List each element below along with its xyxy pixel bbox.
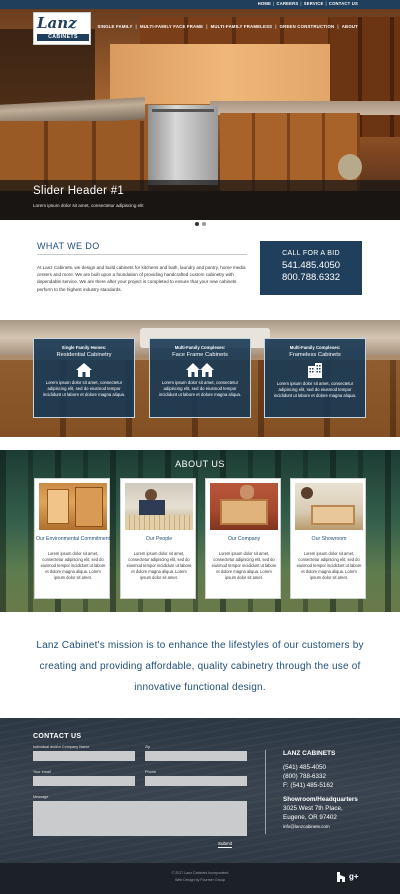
service-card-face-frame[interactable]: Multi-Family Complexes: Face Frame Cabin…: [149, 338, 251, 418]
email-field[interactable]: [33, 776, 135, 786]
separator: |: [135, 24, 137, 29]
top-utility-bar: HOME | CAREERS | SERVICE | CONTACT US: [0, 0, 400, 9]
what-we-do-text: At Lanz Cabinets, we design and build ca…: [37, 265, 246, 292]
building-icon: [308, 363, 322, 378]
separator: |: [337, 24, 339, 29]
contact-company-name: LANZ CABINETS: [283, 750, 336, 757]
address-line-1: 3025 West 7th Place,: [283, 805, 343, 812]
separator: |: [300, 1, 302, 6]
about-card-company[interactable]: Our Company Lorem ipsum dolor sit amet, …: [205, 478, 281, 599]
logo-wordmark: Lanz: [37, 14, 77, 32]
service-name: Residential Cabinetry: [56, 352, 112, 358]
about-photo-people: [125, 483, 193, 530]
slider-title: Slider Header #1: [33, 185, 125, 197]
service-card-residential[interactable]: Single Family Homes: Residential Cabinet…: [33, 338, 135, 418]
call-phone-2[interactable]: 800.788.6332: [260, 272, 362, 283]
contact-email[interactable]: info@lanzcabinets.com: [283, 824, 330, 829]
about-card-text: Lorem ipsum dolor sit amet, consectetur …: [40, 551, 106, 580]
name-field[interactable]: [33, 751, 135, 761]
about-card-environmental[interactable]: Our Environmental Commitment Lorem ipsum…: [34, 478, 110, 599]
contact-heading: CONTACT US: [33, 733, 82, 740]
service-kicker: Single Family Homes:: [61, 345, 107, 350]
hero-photo-vase: [338, 154, 362, 180]
about-photo-showroom: [295, 483, 363, 530]
about-heading: ABOUT US: [175, 459, 225, 469]
submit-button[interactable]: Submit: [218, 841, 233, 848]
utility-nav: HOME | CAREERS | SERVICE | CONTACT US: [258, 1, 358, 6]
google-plus-icon[interactable]: g+: [349, 872, 359, 881]
about-card-text: Lorem ipsum dolor sit amet, consectetur …: [126, 551, 192, 580]
about-card-label: Our People: [145, 536, 173, 542]
nav-frameless[interactable]: MULTI-FAMILY FRAMELESS: [211, 24, 273, 29]
nav-green-construction[interactable]: GREEN CONSTRUCTION: [280, 24, 335, 29]
about-photo-environmental: [39, 483, 107, 530]
about-card-text: Lorem ipsum dolor sit amet, consectetur …: [296, 551, 362, 580]
call-for-bid-title: CALL FOR A BID: [282, 250, 340, 257]
contact-phone-2[interactable]: (800) 788-6332: [283, 773, 326, 780]
divider: [265, 750, 266, 834]
nav-single-family[interactable]: SINGLE FAMILY: [97, 24, 132, 29]
what-we-do-heading: WHAT WE DO: [37, 241, 100, 251]
utility-link-contact[interactable]: CONTACT US: [329, 1, 358, 6]
phone-field[interactable]: [145, 776, 247, 786]
houzz-icon[interactable]: [337, 872, 345, 884]
mission-statement: Lanz Cabinet's mission is to enhance the…: [36, 640, 364, 693]
about-card-label: Our Showroom: [311, 536, 347, 542]
service-text: Lorem ipsum dolor sit amet, consectetur …: [42, 380, 126, 397]
service-text: Lorem ipsum dolor sit amet, consectetur …: [158, 380, 242, 397]
main-nav: SINGLE FAMILY | MULTI-FAMILY FACE FRAME …: [97, 24, 358, 29]
about-card-text: Lorem ipsum dolor sit amet, consectetur …: [211, 551, 277, 580]
logo-subtitle: CABINETS: [37, 34, 89, 41]
utility-link-home[interactable]: HOME: [258, 1, 271, 6]
townhouse-icon: [186, 363, 214, 377]
separator: |: [325, 1, 327, 6]
hero-photo-dishwasher-handle: [152, 109, 214, 112]
email-label: Your email: [33, 770, 51, 774]
about-card-label: Our Environmental Commitment: [35, 536, 111, 542]
service-name: Frameless Cabinets: [289, 352, 341, 358]
separator: |: [273, 1, 275, 6]
about-card-label: Our Company: [227, 536, 261, 542]
service-text: Lorem ipsum dolor sit amet, consectetur …: [273, 381, 357, 398]
address-line-2: Eugene, OR 97402: [283, 814, 337, 821]
service-kicker: Multi-Family Complexes:: [289, 345, 341, 350]
contact-phone-1[interactable]: (541) 485-4050: [283, 764, 326, 771]
service-kicker: Multi-Family Complexes:: [174, 345, 226, 350]
showroom-label: Showroom/Headquarters: [283, 796, 358, 803]
call-for-bid-box: CALL FOR A BID 541.485.4050 800.788.6332: [260, 241, 362, 295]
service-name: Face Frame Cabinets: [172, 352, 228, 358]
about-photo-company: [210, 483, 278, 530]
about-card-people[interactable]: Our People Lorem ipsum dolor sit amet, c…: [120, 478, 196, 599]
separator: |: [206, 24, 208, 29]
divider: [37, 254, 247, 255]
slider-dot-2[interactable]: [202, 222, 206, 226]
phone-label: Phone: [145, 770, 156, 774]
zip-field[interactable]: [145, 751, 247, 761]
message-field[interactable]: [33, 801, 247, 836]
service-card-frameless[interactable]: Multi-Family Complexes: Frameless Cabine…: [264, 338, 366, 418]
utility-link-careers[interactable]: CAREERS: [277, 1, 299, 6]
slider-dots: [195, 222, 206, 226]
name-label: Individual and/or Company Name: [33, 745, 90, 749]
about-card-showroom[interactable]: Our Showroom Lorem ipsum dolor sit amet,…: [290, 478, 366, 599]
zip-label: Zip: [145, 745, 151, 749]
message-label: Message: [33, 795, 49, 799]
utility-link-service[interactable]: SERVICE: [304, 1, 324, 6]
slider-dot-1[interactable]: [195, 222, 199, 226]
slider-subtitle: Lorem ipsum dolor sit amet, consectetur …: [33, 203, 144, 208]
house-icon: [76, 363, 92, 377]
call-phone-1[interactable]: 541.485.4050: [260, 260, 362, 271]
hero-photo-dishwasher: [148, 105, 218, 185]
separator: |: [275, 24, 277, 29]
logo[interactable]: Lanz CABINETS: [33, 12, 91, 45]
nav-face-frame[interactable]: MULTI-FAMILY FACE FRAME: [140, 24, 203, 29]
nav-about[interactable]: ABOUT: [342, 24, 358, 29]
contact-fax: F: (541) 485-5162: [283, 782, 334, 789]
